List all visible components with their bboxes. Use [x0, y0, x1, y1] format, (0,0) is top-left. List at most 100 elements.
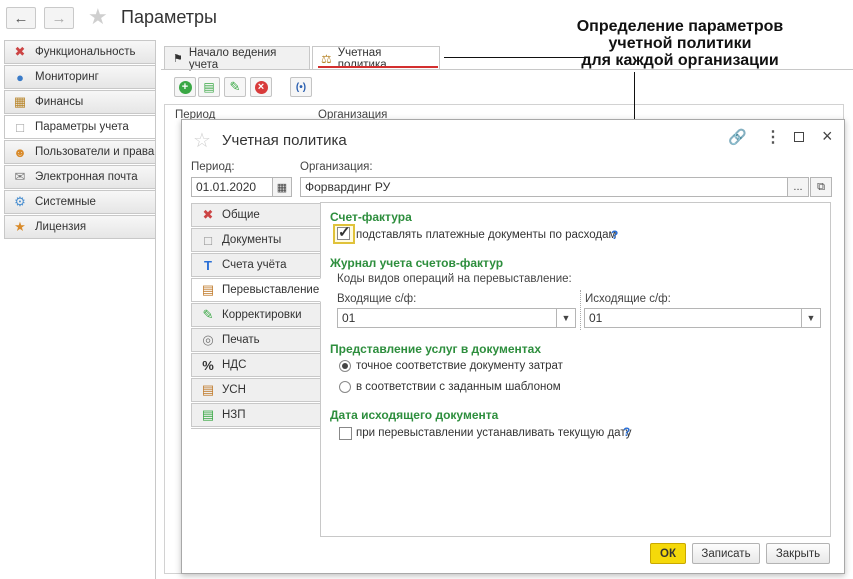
callout-line: учетной политики: [608, 35, 752, 52]
add-button[interactable]: +: [174, 77, 196, 97]
dialog-title: Учетная политика: [222, 132, 347, 149]
vtab-print[interactable]: ◎ Печать: [191, 328, 321, 352]
callout-line: Определение параметров: [576, 18, 784, 35]
sidebar-item-license[interactable]: ★ Лицензия: [4, 215, 156, 239]
outgoing-invoice-label: Исходящие с/ф:: [585, 293, 671, 305]
vtab-reissue[interactable]: ▤ Перевыставление: [191, 278, 321, 302]
organization-label: Организация:: [300, 161, 373, 173]
vtab-label: Печать: [222, 334, 260, 346]
chevron-down-icon: ▼: [806, 313, 816, 323]
vtab-label: НЗП: [222, 409, 246, 421]
close-icon[interactable]: ×: [822, 126, 833, 147]
organization-field[interactable]: Форвардинг РУ: [300, 177, 788, 197]
favorite-star-icon[interactable]: ☆: [193, 130, 211, 152]
close-button[interactable]: Закрыть: [766, 543, 830, 564]
payment-docs-checkbox[interactable]: ✓: [337, 224, 351, 241]
sidebar-item-label: Системные: [35, 196, 96, 208]
help-icon[interactable]: ?: [623, 425, 630, 439]
vtab-label: Счета учёта: [222, 259, 287, 271]
incoming-dropdown-button[interactable]: ▼: [556, 308, 576, 328]
tab-start-accounting[interactable]: ⚑ Начало ведения учета: [164, 46, 310, 71]
incoming-invoice-select[interactable]: 01: [337, 308, 557, 328]
print-icon: ◎: [202, 332, 214, 347]
callout-annotation: Определение параметров учетной политики …: [520, 18, 840, 69]
sidebar-item-system[interactable]: ⚙ Системные: [4, 190, 156, 214]
calendar-button[interactable]: ▦: [272, 177, 292, 197]
vtab-corrections[interactable]: ✎ Корректировки: [191, 303, 321, 327]
save-button[interactable]: Записать: [692, 543, 760, 564]
exact-match-radio[interactable]: [339, 360, 351, 372]
vtab-general[interactable]: ✖ Общие: [191, 203, 321, 227]
period-field[interactable]: 01.01.2020: [191, 177, 273, 197]
license-icon: ★: [14, 219, 26, 234]
copy-button[interactable]: ▤: [198, 77, 220, 97]
vtab-accounts[interactable]: T Счета учёта: [191, 253, 321, 277]
pencil-icon: ✎: [229, 79, 241, 94]
tab-underline: [318, 66, 438, 68]
organization-open-button[interactable]: ⧉: [810, 177, 832, 197]
vtab-label: Корректировки: [222, 309, 302, 321]
period-label: Период:: [191, 161, 235, 173]
arrow-left-icon: ←: [13, 9, 29, 27]
flag-icon: ⚑: [173, 53, 183, 65]
arrow-right-icon: →: [51, 9, 67, 27]
reissue-icon: ▤: [201, 282, 215, 297]
sidebar-item-label: Электронная почта: [35, 171, 138, 183]
outgoing-invoice-select[interactable]: 01: [584, 308, 802, 328]
services-section-title: Представление услуг в документах: [330, 342, 542, 356]
refresh-button[interactable]: (•): [290, 77, 312, 97]
plus-icon: +: [178, 80, 192, 94]
vtab-bottom-edge: [191, 428, 321, 429]
vtab-label: Перевыставление: [222, 284, 320, 296]
link-icon[interactable]: 🔗: [728, 128, 747, 146]
vtab-usn[interactable]: ▤ УСН: [191, 378, 321, 402]
back-button[interactable]: ←: [6, 7, 36, 29]
accounts-icon: T: [204, 257, 212, 273]
vtab-nzp[interactable]: ▤ НЗП: [191, 403, 321, 427]
chevron-down-icon: ▼: [561, 313, 571, 323]
tab-label: Начало ведения учета: [188, 46, 277, 71]
sidebar-item-users[interactable]: ☻ Пользователи и права: [4, 140, 156, 164]
vtab-vat[interactable]: % НДС: [191, 353, 321, 377]
delete-icon: ×: [254, 80, 268, 94]
sidebar-item-label: Лицензия: [35, 221, 87, 233]
sidebar-item-email[interactable]: ✉ Электронная почта: [4, 165, 156, 189]
forward-button[interactable]: →: [44, 7, 74, 29]
invoice-section-title: Счет-фактура: [330, 210, 412, 224]
more-menu-icon[interactable]: ⋮: [765, 127, 781, 147]
callout-pointer-line: [444, 57, 590, 58]
radio-dot-icon: [342, 363, 348, 369]
mail-icon: ✉: [14, 169, 26, 184]
operation-codes-label: Коды видов операций на перевыставление:: [337, 273, 572, 285]
sidebar-item-monitoring[interactable]: ● Мониторинг: [4, 65, 156, 89]
sidebar-item-label: Параметры учета: [35, 121, 129, 133]
outgoing-dropdown-button[interactable]: ▼: [801, 308, 821, 328]
favorite-star-icon[interactable]: ★: [88, 6, 108, 28]
sidebar-item-functionality[interactable]: ✖ Функциональность: [4, 40, 156, 64]
usn-icon: ▤: [201, 382, 215, 397]
sidebar-item-label: Мониторинг: [35, 71, 99, 83]
open-icon: ⧉: [817, 180, 825, 193]
nzp-icon: ▤: [201, 407, 215, 422]
sidebar-item-accounting-params[interactable]: □ Параметры учета: [4, 115, 156, 139]
tab-baseline: [161, 69, 853, 70]
ok-button[interactable]: ОК: [650, 543, 686, 564]
delete-button[interactable]: ×: [250, 77, 272, 97]
copy-add-icon: ▤: [203, 80, 215, 94]
current-date-label: при перевыставлении устанавливать текущу…: [356, 427, 632, 439]
help-icon[interactable]: ?: [611, 228, 618, 242]
sidebar-item-finance[interactable]: ▦ Финансы: [4, 90, 156, 114]
vtab-label: Документы: [222, 234, 282, 246]
tools-icon: ✖: [202, 207, 214, 222]
template-radio[interactable]: [339, 381, 351, 393]
maximize-icon[interactable]: [794, 132, 804, 142]
users-icon: ☻: [13, 144, 27, 160]
current-date-checkbox[interactable]: [339, 427, 352, 440]
vtab-documents[interactable]: □ Документы: [191, 228, 321, 252]
scales-icon: ⚖: [321, 51, 332, 66]
organization-select-button[interactable]: ...: [787, 177, 809, 197]
date-section-title: Дата исходящего документа: [330, 408, 499, 422]
page-icon: □: [16, 119, 24, 135]
edit-button[interactable]: ✎: [224, 77, 246, 97]
exact-match-label: точное соответствие документу затрат: [356, 360, 563, 372]
